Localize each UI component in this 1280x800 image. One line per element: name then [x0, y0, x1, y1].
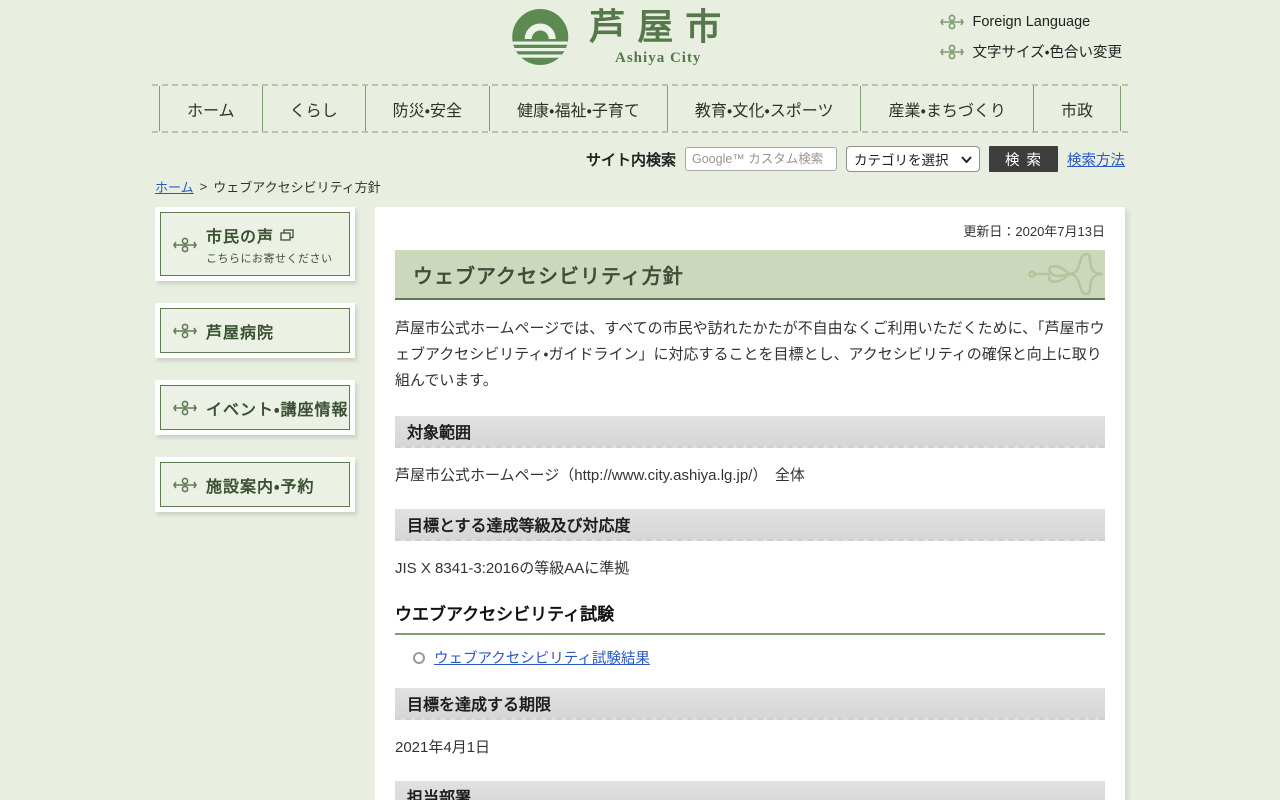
- external-link-icon: [280, 229, 294, 241]
- foreign-language-label: Foreign Language: [973, 14, 1091, 30]
- ornament-icon: [940, 14, 964, 30]
- category-select[interactable]: カテゴリを選択: [846, 146, 980, 172]
- section-heading-deadline: 目標を達成する期限: [395, 688, 1105, 720]
- ornament-icon: [173, 237, 197, 253]
- sidebar-item-sublabel: こちらにお寄せください: [206, 250, 333, 266]
- sidebar-item-label: 施設案内・予約: [206, 473, 314, 497]
- breadcrumb: ホーム > ウェブアクセシビリティ方針: [155, 177, 381, 196]
- divider-dashed-bottom: [152, 131, 1128, 133]
- nav-item-kyouiku-bunka-sports[interactable]: 教育・文化・スポーツ: [667, 86, 861, 131]
- category-select-value: カテゴリを選択: [854, 149, 949, 169]
- breadcrumb-home-link[interactable]: ホーム: [155, 177, 194, 196]
- search-button[interactable]: 検索: [989, 146, 1058, 172]
- ornament-icon: [173, 323, 197, 339]
- list-item: ウェブアクセシビリティ試験結果: [413, 647, 1105, 668]
- main-content: 更新日：2020年7月13日 ウェブアクセシビリティ方針 芦屋市公式ホームページ…: [375, 207, 1125, 800]
- sidebar-item-label: 芦屋病院: [206, 319, 274, 343]
- main-nav: ホーム くらし 防災・安全 健康・福祉・子育て 教育・文化・スポーツ 産業・まち…: [152, 86, 1128, 131]
- header-utility-links: Foreign Language 文字サイズ・色合い変更: [940, 14, 1123, 62]
- chevron-down-icon: [961, 156, 972, 163]
- nav-item-bousai-anzen[interactable]: 防災・安全: [365, 86, 489, 131]
- page: 芦屋市 Ashiya City Foreign Language 文字サイズ・色…: [0, 0, 1280, 800]
- sidebar-item-events-lectures[interactable]: イベント・講座情報: [155, 380, 355, 435]
- search-help-link[interactable]: 検索方法: [1067, 149, 1125, 170]
- section-heading-conformance-level: 目標とする達成等級及び対応度: [395, 509, 1105, 541]
- test-result-link[interactable]: ウェブアクセシビリティ試験結果: [434, 647, 650, 668]
- section-heading-scope: 対象範囲: [395, 416, 1105, 448]
- sidebar-item-label: 市民の声: [206, 223, 274, 247]
- page-title-bar: ウェブアクセシビリティ方針: [395, 250, 1105, 300]
- sidebar-item-ashiya-hospital[interactable]: 芦屋病院: [155, 303, 355, 358]
- nav-item-shisei[interactable]: 市政: [1033, 86, 1121, 131]
- nav-item-kenkou-fukushi-kosodate[interactable]: 健康・福祉・子育て: [489, 86, 667, 131]
- updated-date: 更新日：2020年7月13日: [395, 221, 1105, 240]
- sidebar-item-citizens-voice[interactable]: 市民の声 こちらにお寄せください: [155, 207, 355, 281]
- site-search: サイト内検索 カテゴリを選択 検索 検索方法: [586, 146, 1125, 172]
- sidebar-item-facility-guide[interactable]: 施設案内・予約: [155, 457, 355, 512]
- list-bullet-icon: [413, 652, 425, 664]
- foreign-language-link[interactable]: Foreign Language: [940, 14, 1123, 30]
- section-heading-accessibility-test: ウエブアクセシビリティ試験: [395, 600, 1105, 635]
- conformance-level-body: JIS X 8341-3:2016の等級AAに準拠: [395, 557, 1105, 578]
- page-title: ウェブアクセシビリティ方針: [413, 260, 684, 289]
- sidebar-item-label: イベント・講座情報: [206, 396, 348, 420]
- text-size-color-label: 文字サイズ・色合い変更: [973, 41, 1123, 62]
- accessibility-test-list: ウェブアクセシビリティ試験結果: [395, 647, 1105, 668]
- nav-item-home[interactable]: ホーム: [159, 86, 262, 131]
- ornament-icon: [173, 477, 197, 493]
- nav-item-sangyou-machizukuri[interactable]: 産業・まちづくり: [860, 86, 1032, 131]
- city-logo-icon: [511, 8, 569, 66]
- deadline-body: 2021年4月1日: [395, 736, 1105, 757]
- intro-paragraph: 芦屋市公式ホームページでは、すべての市民や訪れたかたが不自由なくご利用いただくた…: [395, 316, 1105, 394]
- search-input[interactable]: [685, 147, 837, 171]
- site-title: 芦屋市: [583, 8, 733, 48]
- nav-item-kurashi[interactable]: くらし: [262, 86, 365, 131]
- flourish-ornament: [1019, 250, 1103, 298]
- breadcrumb-current: ウェブアクセシビリティ方針: [213, 177, 381, 196]
- ornament-icon: [940, 44, 964, 60]
- section-heading-department: 担当部署: [395, 781, 1105, 800]
- city-logo[interactable]: 芦屋市 Ashiya City: [511, 8, 733, 67]
- ornament-icon: [173, 400, 197, 416]
- site-search-label: サイト内検索: [586, 149, 676, 170]
- breadcrumb-separator: >: [200, 179, 208, 194]
- scope-body: 芦屋市公式ホームページ（http://www.city.ashiya.lg.jp…: [395, 464, 1105, 485]
- site-subtitle: Ashiya City: [615, 50, 701, 67]
- text-size-color-link[interactable]: 文字サイズ・色合い変更: [940, 41, 1123, 62]
- sidebar: 市民の声 こちらにお寄せください: [155, 207, 355, 512]
